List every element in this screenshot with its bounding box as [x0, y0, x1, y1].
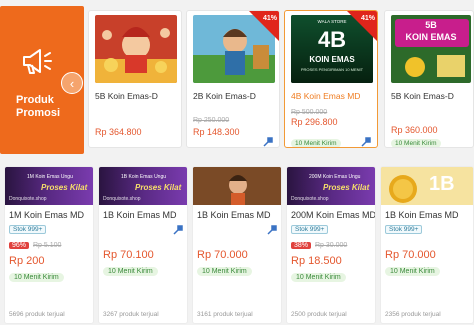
megaphone-icon	[23, 49, 52, 74]
delivery-chip: 10 Menit Kirim	[197, 267, 252, 276]
product-title: 1M Koin Emas MD	[9, 210, 85, 220]
product-price: Rp 70.000	[385, 249, 436, 261]
product-name: 5B Koin Emas-D	[95, 91, 158, 101]
discount-badge: 41%	[347, 11, 377, 41]
original-price: Rp 30.000	[315, 242, 348, 249]
product-price: Rp 296.800	[291, 117, 338, 127]
product-title: 1B Koin Emas MD	[103, 210, 177, 220]
product-price: Rp 18.500	[291, 255, 342, 267]
delivery-chip: 10 Menit Kirim	[291, 273, 346, 282]
delivery-chip: 10 Menit Kirim	[391, 139, 441, 147]
promo-card[interactable]: 41% 2B Koin Emas-D Rp 250.000 Rp 148.300	[186, 10, 280, 148]
product-title: 1B Koin Emas MD	[197, 210, 271, 220]
share-icon[interactable]	[173, 225, 183, 235]
product-price: Rp 200	[9, 255, 45, 267]
product-title: 1B Koin Emas MD	[385, 210, 459, 220]
banner-amount: 1B	[429, 173, 455, 195]
product-card[interactable]: 1M Koin Emas Ungu Proses Kilat Donquixot…	[4, 166, 94, 324]
product-name: 2B Koin Emas-D	[193, 91, 256, 101]
promo-card-selected[interactable]: WALA STORE 4B KOIN EMAS PROSES PENGIRIMA…	[284, 10, 378, 148]
thumb-label: KOIN EMAS	[405, 32, 457, 42]
product-card[interactable]: 200M Koin Emas Ungu Proses Kilat Donquix…	[286, 166, 376, 324]
original-price: Rp 250.000	[193, 117, 230, 124]
share-icon[interactable]	[361, 137, 371, 147]
thumb-label: KOIN EMAS	[309, 55, 355, 64]
sold-count: 3161 produk terjual	[197, 311, 253, 318]
product-price: Rp 360.000	[391, 125, 438, 135]
thumb-subtitle: PROSES PENGIRIMAN 10 MENIT	[300, 67, 364, 72]
product-image	[95, 15, 177, 83]
product-banner: 1B Koin Emas Ungu Proses Kilat Donquixot…	[99, 167, 187, 205]
discount-badge: 41%	[249, 11, 279, 41]
product-price: Rp 70.100	[103, 249, 154, 261]
share-icon[interactable]	[263, 137, 273, 147]
promo-banner[interactable]: Produk Promosi ‹	[0, 6, 84, 154]
product-banner: 1B	[381, 167, 473, 205]
product-image: 5B KOIN EMAS	[391, 15, 471, 83]
product-banner: 1M Koin Emas Ungu Proses Kilat Donquixot…	[5, 167, 93, 205]
stock-badge: Stok 999+	[9, 225, 47, 234]
sold-count: 3267 produk terjual	[103, 311, 159, 318]
delivery-chip: 10 Menit Kirim	[385, 267, 440, 276]
product-banner	[193, 167, 281, 205]
product-name: 5B Koin Emas-D	[391, 91, 454, 101]
product-title: 200M Koin Emas MD	[291, 210, 376, 220]
original-price: Rp 5.100	[33, 242, 62, 249]
sold-count: 2356 produk terjual	[385, 311, 441, 318]
promo-card[interactable]: 5B Koin Emas-D Rp 364.800	[88, 10, 182, 148]
original-price: Rp 500.000	[291, 109, 328, 116]
product-listing-page: Produk Promosi ‹ 5B Koin Emas-D Rp 364.8…	[0, 0, 474, 325]
chevron-left-icon[interactable]: ‹	[61, 72, 83, 94]
product-price: Rp 70.000	[197, 249, 248, 261]
product-card[interactable]: 1B Koin Emas MD Rp 70.000 10 Menit Kirim…	[192, 166, 282, 324]
product-price: Rp 364.800	[95, 127, 142, 137]
stock-badge: Stok 999+	[291, 225, 329, 234]
product-price: Rp 148.300	[193, 127, 240, 137]
product-banner: 200M Koin Emas Ungu Proses Kilat Donquix…	[287, 167, 375, 205]
thumb-amount: 5B	[425, 20, 437, 30]
discount-badge: 96%	[9, 242, 30, 249]
share-icon[interactable]	[267, 225, 277, 235]
promo-title: Produk Promosi	[16, 94, 61, 119]
sold-count: 5696 produk terjual	[9, 311, 65, 318]
product-card[interactable]: 1B Koin Emas Ungu Proses Kilat Donquixot…	[98, 166, 188, 324]
discount-badge: 38%	[291, 242, 312, 249]
stock-badge: Stok 999+	[385, 225, 423, 234]
sold-count: 2500 produk terjual	[291, 311, 347, 318]
product-name: 4B Koin Emas MD	[291, 91, 361, 101]
promo-card[interactable]: 5B KOIN EMAS 5B Koin Emas-D Rp 360.000 1…	[384, 10, 474, 148]
delivery-chip: 10 Menit Kirim	[291, 139, 341, 147]
delivery-chip: 10 Menit Kirim	[103, 267, 158, 276]
product-card[interactable]: 1B 1B Koin Emas MD Stok 999+ Rp 70.000 1…	[380, 166, 474, 324]
delivery-chip: 10 Menit Kirim	[9, 273, 64, 282]
